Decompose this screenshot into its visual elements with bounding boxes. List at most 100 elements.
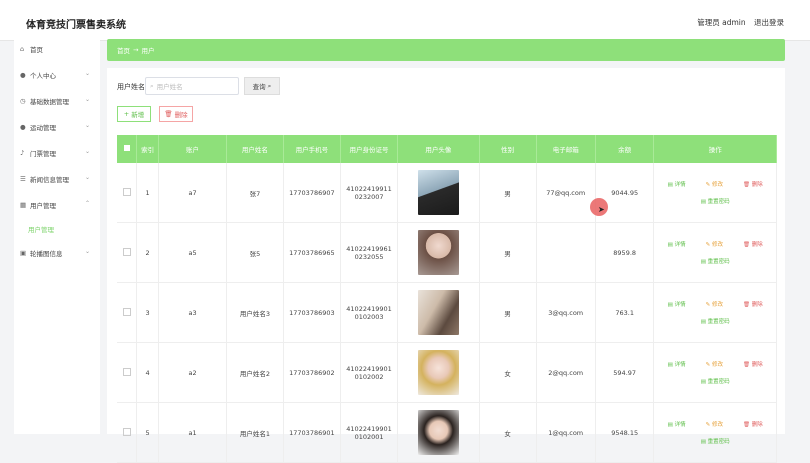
row-checkbox[interactable]: [122, 247, 131, 256]
sidebar-item-label: 新闻信息管理: [30, 176, 69, 184]
mic-icon: ♪: [20, 149, 25, 157]
cell-avatar: [397, 282, 480, 343]
top-header: 体育竞技门票售卖系统 管理员 admin 退出登录: [0, 0, 810, 41]
cell-actions: ▤ 详情 ✎ 修改 🗑 删除 ▤ 重置密码: [653, 222, 777, 283]
detail-button[interactable]: ▤ 详情: [668, 300, 686, 308]
edit-button[interactable]: ✎ 修改: [706, 420, 723, 428]
sidebar-item-label: 门票管理: [30, 150, 56, 158]
row-select[interactable]: [117, 282, 138, 343]
sidebar-item-label: 个人中心: [30, 72, 56, 80]
sidebar-item-profile[interactable]: ● 个人中心 ⌄: [14, 62, 100, 88]
add-button[interactable]: + 新增: [117, 106, 151, 122]
breadcrumb-current: 用户: [141, 47, 155, 55]
reset-label: 重置密码: [707, 199, 730, 205]
reset-password-button[interactable]: ▤ 重置密码: [701, 317, 730, 325]
table-header-row: 索引 账户 用户姓名 用户手机号 用户身份证号 用户头像 性别 电子邮箱 余额 …: [117, 135, 777, 163]
delete-button[interactable]: 🗑 删除: [743, 360, 763, 368]
detail-button[interactable]: ▤ 详情: [668, 420, 686, 428]
search-input[interactable]: ⌕ 用户姓名: [145, 77, 239, 95]
cell-account: a3: [158, 282, 227, 343]
row-checkbox[interactable]: [122, 367, 131, 376]
cell-balance: 8959.8: [595, 222, 655, 283]
row-select[interactable]: [117, 222, 138, 283]
cell-id-card: 410224199010102001: [340, 402, 399, 463]
table-row: 1 a7 张7 17703786907 410224199110232007 男…: [117, 163, 777, 223]
sidebar-subitem-user-manage[interactable]: 用户管理: [14, 218, 100, 240]
search-button[interactable]: 查询 ⌕: [244, 77, 280, 95]
reset-password-button[interactable]: ▤ 重置密码: [701, 377, 730, 385]
detail-label: 详情: [674, 302, 686, 308]
detail-label: 详情: [674, 242, 686, 248]
edit-button[interactable]: ✎ 修改: [706, 180, 723, 188]
row-select[interactable]: [117, 342, 138, 403]
reset-password-button[interactable]: ▤ 重置密码: [701, 197, 730, 205]
delete-label: 删除: [751, 422, 763, 428]
cell-avatar: [397, 163, 480, 223]
edit-label: 修改: [711, 242, 723, 248]
reset-password-button[interactable]: ▤ 重置密码: [701, 437, 730, 445]
row-checkbox[interactable]: [122, 187, 131, 196]
select-all-checkbox[interactable]: [123, 145, 130, 151]
batch-delete-button[interactable]: 🗑 删除: [159, 106, 193, 122]
edit-button[interactable]: ✎ 修改: [706, 300, 723, 308]
delete-button[interactable]: 🗑 删除: [743, 180, 763, 188]
col-id-card: 用户身份证号: [340, 135, 399, 163]
cell-id-card: 410224199010102002: [340, 342, 399, 403]
logout-link[interactable]: 退出登录: [754, 18, 784, 27]
cell-email: 77@qq.com: [536, 163, 596, 223]
cell-avatar: [397, 402, 480, 463]
row-checkbox[interactable]: [122, 427, 131, 436]
cell-actions: ▤ 详情 ✎ 修改 🗑 删除 ▤ 重置密码: [653, 342, 777, 403]
sidebar-item-carousel[interactable]: ▣ 轮播图信息 ⌄: [14, 240, 100, 266]
detail-label: 详情: [674, 362, 686, 368]
delete-button[interactable]: 🗑 删除: [743, 300, 763, 308]
sidebar-item-label: 轮播图信息: [30, 250, 63, 258]
main-panel: 用户姓名 ⌕ 用户姓名 查询 ⌕ + 新增 🗑 删除 索引 账户 用户姓名 用户…: [107, 68, 785, 463]
cell-balance: 763.1: [595, 282, 655, 343]
sidebar-item-users[interactable]: ▦ 用户管理 ⌃: [14, 192, 100, 218]
cell-gender: 女: [479, 342, 537, 403]
reset-password-button[interactable]: ▤ 重置密码: [701, 257, 730, 265]
row-select[interactable]: [117, 402, 138, 463]
detail-label: 详情: [674, 422, 686, 428]
detail-button[interactable]: ▤ 详情: [668, 360, 686, 368]
cell-name: 用户姓名3: [226, 282, 284, 343]
clock-icon: ◷: [20, 97, 26, 105]
sidebar-item-base-data[interactable]: ◷ 基础数据管理 ⌄: [14, 88, 100, 114]
sidebar-item-tickets[interactable]: ♪ 门票管理 ⌄: [14, 140, 100, 166]
user-area: 管理员 admin 退出登录: [691, 17, 784, 28]
edit-button[interactable]: ✎ 修改: [706, 360, 723, 368]
search-button-label: 查询: [252, 83, 266, 91]
sidebar-item-home[interactable]: ⌂ 首页: [14, 36, 100, 62]
sidebar-item-news[interactable]: ☰ 新闻信息管理 ⌄: [14, 166, 100, 192]
detail-button[interactable]: ▤ 详情: [668, 240, 686, 248]
avatar: [417, 350, 459, 395]
sidebar-item-label: 运动管理: [30, 124, 56, 132]
delete-button[interactable]: 🗑 删除: [743, 240, 763, 248]
cell-index: 1: [136, 163, 160, 223]
col-actions: 操作: [653, 135, 777, 163]
edit-button[interactable]: ✎ 修改: [706, 240, 723, 248]
edit-label: 修改: [711, 302, 723, 308]
avatar: [417, 230, 459, 275]
row-select[interactable]: [117, 163, 138, 223]
sidebar-item-sports[interactable]: ● 运动管理 ⌄: [14, 114, 100, 140]
detail-button[interactable]: ▤ 详情: [668, 180, 686, 188]
cell-name: 张5: [226, 222, 284, 283]
cell-avatar: [397, 342, 480, 403]
reset-label: 重置密码: [707, 259, 730, 265]
header-select-all[interactable]: [117, 135, 138, 163]
delete-label: 删除: [751, 242, 763, 248]
breadcrumb-home[interactable]: 首页: [117, 45, 130, 55]
list-icon: ☰: [20, 175, 26, 183]
edit-label: 修改: [711, 422, 723, 428]
home-icon: ⌂: [20, 45, 25, 53]
cell-phone: 17703786965: [283, 222, 342, 283]
col-index: 索引: [136, 135, 160, 163]
table-row: 3 a3 用户姓名3 17703786903 41022419901010200…: [117, 282, 777, 343]
delete-button[interactable]: 🗑 删除: [743, 420, 763, 428]
row-checkbox[interactable]: [122, 307, 131, 316]
col-account: 账户: [158, 135, 227, 163]
sidebar: ⌂ 首页 ● 个人中心 ⌄ ◷ 基础数据管理 ⌄ ● 运动管理 ⌄ ♪ 门票管理…: [14, 36, 100, 434]
row-actions-main: ▤ 详情 ✎ 修改 🗑 删除: [668, 180, 763, 188]
